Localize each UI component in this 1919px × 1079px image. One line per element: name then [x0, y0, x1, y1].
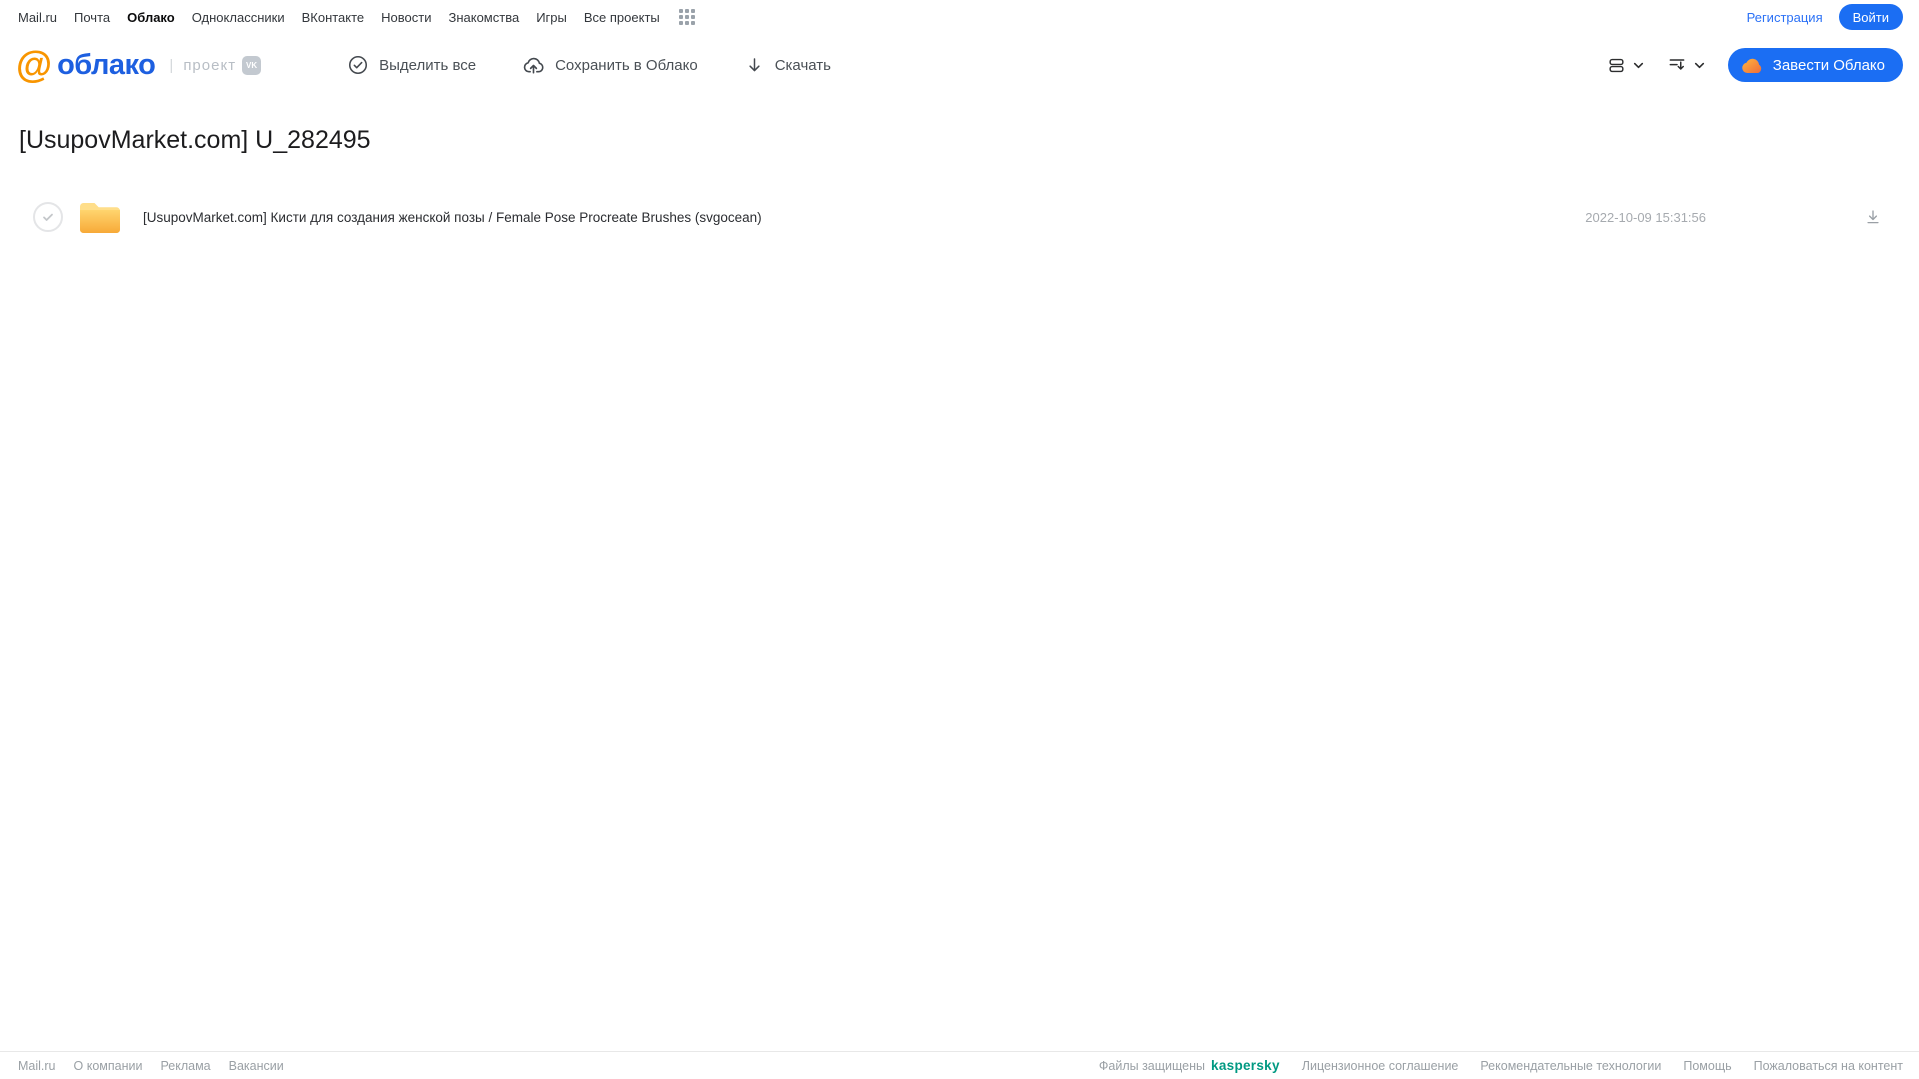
- portal-link-all-projects[interactable]: Все проекты: [584, 10, 660, 25]
- portal-link-games[interactable]: Игры: [536, 10, 567, 25]
- create-cloud-label: Завести Облако: [1772, 56, 1885, 74]
- view-mode-icon: [1609, 58, 1624, 72]
- cloud-upload-icon: [523, 57, 544, 74]
- portal-link-odnoklassniki[interactable]: Одноклассники: [192, 10, 285, 25]
- download-label: Скачать: [774, 56, 831, 74]
- vk-logo-icon: VK: [242, 55, 262, 75]
- check-circle-icon: [349, 55, 368, 75]
- chevron-down-icon: [1694, 62, 1704, 68]
- page-footer: Mail.ru О компании Реклама Вакансии Файл…: [0, 1051, 1919, 1079]
- save-to-cloud-button[interactable]: Сохранить в Облако: [522, 54, 698, 77]
- footer-link-mailru[interactable]: Mail.ru: [18, 1059, 56, 1073]
- sort-control[interactable]: [1667, 55, 1706, 75]
- select-all-button[interactable]: Выделить все: [347, 54, 476, 76]
- mailru-at-icon: @: [16, 43, 53, 85]
- portal-link-mail[interactable]: Почта: [74, 10, 110, 25]
- download-button[interactable]: Скачать: [744, 55, 831, 76]
- row-checkbox[interactable]: [33, 202, 63, 232]
- page-title: [UsupovMarket.com] U_282495: [19, 126, 371, 154]
- portal-link-cloud[interactable]: Облако: [127, 10, 175, 25]
- cloud-icon: [1742, 58, 1761, 73]
- file-name[interactable]: [UsupovMarket.com] Кисти для создания же…: [143, 210, 1585, 225]
- main-content: [UsupovMarket.com] U_282495 [UsupovMarke…: [0, 96, 1919, 241]
- download-arrow-icon: [749, 57, 760, 71]
- footer-link-about[interactable]: О компании: [74, 1059, 143, 1073]
- login-button[interactable]: Войти: [1838, 4, 1903, 30]
- kaspersky-protection: Файлы защищены kaspersky: [1099, 1058, 1280, 1073]
- project-label: проект: [183, 56, 237, 74]
- portal-link-dating[interactable]: Знакомства: [448, 10, 519, 25]
- logo-divider: |: [169, 56, 174, 74]
- footer-right-links: Файлы защищены kaspersky Лицензионное со…: [1099, 1058, 1903, 1073]
- portal-auth: Регистрация Войти: [1747, 4, 1903, 30]
- portal-topbar: Mail.ru Почта Облако Одноклассники ВКонт…: [0, 0, 1919, 34]
- logo-text: облако: [57, 48, 156, 81]
- file-list: [UsupovMarket.com] Кисти для создания же…: [0, 193, 1919, 241]
- file-row[interactable]: [UsupovMarket.com] Кисти для создания же…: [0, 193, 1919, 241]
- folder-icon: [78, 198, 122, 236]
- file-toolbar: Выделить все Сохранить в Облако Скачать: [347, 54, 831, 77]
- footer-left-links: Mail.ru О компании Реклама Вакансии: [18, 1059, 284, 1073]
- row-download-icon[interactable]: [1864, 208, 1882, 226]
- protected-by-label: Файлы защищены: [1098, 1058, 1206, 1073]
- cloud-logo[interactable]: @ облако | проект VK: [16, 43, 262, 85]
- portal-link-vkontakte[interactable]: ВКонтакте: [302, 10, 365, 25]
- header-controls: Завести Облако: [1607, 48, 1903, 82]
- footer-link-ads[interactable]: Реклама: [160, 1059, 210, 1073]
- footer-link-jobs[interactable]: Вакансии: [229, 1059, 284, 1073]
- portal-link-mailru[interactable]: Mail.ru: [18, 10, 57, 25]
- kaspersky-logo[interactable]: kaspersky: [1211, 1058, 1280, 1073]
- create-cloud-button[interactable]: Завести Облако: [1727, 48, 1903, 82]
- checkmark-icon: [43, 213, 53, 221]
- chevron-down-icon: [1633, 62, 1643, 68]
- all-projects-grid-icon[interactable]: [678, 9, 695, 25]
- portal-link-news[interactable]: Новости: [381, 10, 431, 25]
- view-mode-control[interactable]: [1607, 56, 1645, 75]
- registration-link[interactable]: Регистрация: [1747, 10, 1823, 25]
- sort-icon: [1669, 59, 1685, 70]
- footer-link-help[interactable]: Помощь: [1683, 1059, 1731, 1073]
- file-modified-date: 2022-10-09 15:31:56: [1585, 209, 1706, 225]
- portal-links: Mail.ru Почта Облако Одноклассники ВКонт…: [18, 9, 695, 25]
- footer-link-recommendation-tech[interactable]: Рекомендательные технологии: [1480, 1059, 1661, 1073]
- select-all-label: Выделить все: [379, 56, 477, 74]
- footer-link-license[interactable]: Лицензионное соглашение: [1302, 1059, 1459, 1073]
- footer-link-report-content[interactable]: Пожаловаться на контент: [1754, 1059, 1903, 1073]
- save-to-cloud-label: Сохранить в Облако: [555, 56, 698, 74]
- app-header: @ облако | проект VK Выделить все Сохран…: [0, 34, 1919, 96]
